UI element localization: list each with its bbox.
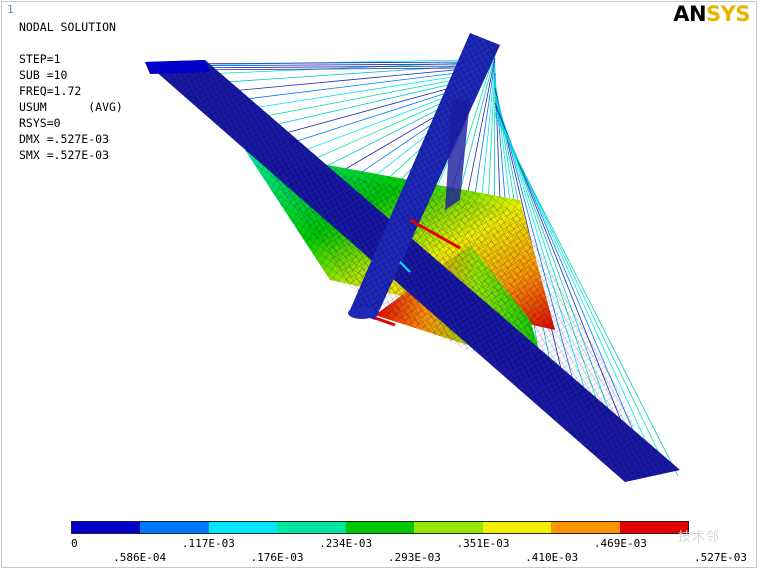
legend-label: .234E-03	[319, 537, 373, 550]
watermark: 技术邻	[678, 530, 721, 545]
fe-model-view[interactable]	[0, 0, 760, 520]
stay-cable	[179, 67, 471, 71]
legend-segment	[482, 522, 552, 533]
legend-segment	[208, 522, 278, 533]
legend-segment	[277, 522, 346, 533]
legend-label: .293E-03	[387, 551, 441, 564]
legend-label: .410E-03	[525, 551, 579, 564]
legend-label: .176E-03	[250, 551, 304, 564]
legend-label: .117E-03	[181, 537, 235, 550]
legend-segment	[345, 522, 415, 533]
legend-label: .469E-03	[593, 537, 647, 550]
legend-segment	[551, 522, 620, 533]
legend-label: .586E-04	[113, 551, 167, 564]
legend-segment	[72, 522, 141, 533]
contour-legend-bar	[71, 521, 689, 534]
legend-segment	[414, 522, 483, 533]
legend-label: .527E-03	[694, 551, 747, 564]
legend-label: 0	[71, 537, 78, 550]
stay-cable	[169, 65, 471, 69]
legend-label: .351E-03	[456, 537, 510, 550]
legend-segment	[140, 522, 209, 533]
